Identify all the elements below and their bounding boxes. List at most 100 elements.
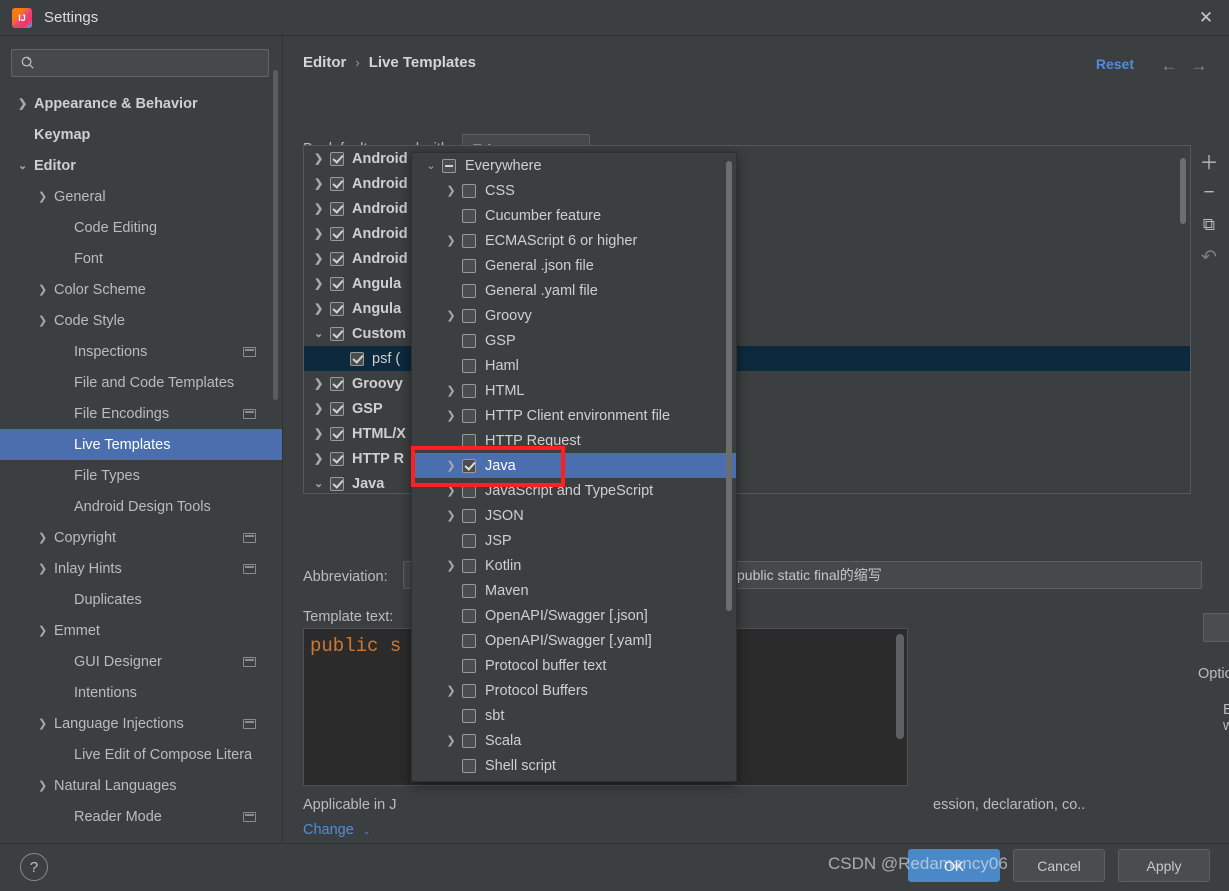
sidebar-scrollbar[interactable] — [273, 70, 278, 400]
chevron-right-icon[interactable]: ❯ — [314, 427, 330, 440]
list-item[interactable]: ❯ ECMAScript 6 or higher — [412, 228, 736, 253]
checkbox-checked-icon[interactable] — [330, 301, 344, 316]
checkbox-icon[interactable] — [462, 183, 476, 198]
sidebar-item-inspections[interactable]: Inspections — [0, 336, 282, 367]
revert-icon[interactable]: ↶ — [1193, 241, 1225, 273]
add-icon[interactable]: ＋ — [1193, 145, 1225, 177]
list-item[interactable]: ❯ JSON — [412, 503, 736, 528]
checkbox-indeterminate-icon[interactable] — [442, 158, 456, 173]
list-item[interactable]: Shell script — [412, 753, 736, 778]
edit-variables-button[interactable]: Edit variables — [1203, 613, 1229, 642]
sidebar-item-copyright[interactable]: ❯ Copyright — [0, 522, 282, 553]
chevron-right-icon[interactable]: ❯ — [440, 484, 462, 497]
sidebar-item-color-scheme[interactable]: ❯ Color Scheme — [0, 274, 282, 305]
checkbox-icon[interactable] — [462, 558, 476, 573]
sidebar-item-natural-languages[interactable]: ❯ Natural Languages — [0, 770, 282, 801]
chevron-right-icon[interactable]: ❯ — [314, 377, 330, 390]
sidebar-item-inlay-hints[interactable]: ❯ Inlay Hints — [0, 553, 282, 584]
sidebar-item-language-injections[interactable]: ❯ Language Injections — [0, 708, 282, 739]
checkbox-icon[interactable] — [462, 658, 476, 673]
remove-icon[interactable]: − — [1193, 177, 1225, 209]
checkbox-checked-icon[interactable] — [330, 176, 344, 191]
chevron-right-icon[interactable]: ❯ — [314, 152, 330, 165]
checkbox-checked-icon[interactable] — [330, 376, 344, 391]
list-item[interactable]: sbt — [412, 703, 736, 728]
sidebar-item-android-design-tools[interactable]: Android Design Tools — [0, 491, 282, 522]
sidebar-item-editor[interactable]: ⌄ Editor — [0, 150, 282, 181]
checkbox-icon[interactable] — [462, 383, 476, 398]
list-item[interactable]: ❯ CSS — [412, 178, 736, 203]
checkbox-icon[interactable] — [462, 758, 476, 773]
chevron-right-icon[interactable]: ❯ — [314, 177, 330, 190]
checkbox-checked-icon[interactable] — [330, 201, 344, 216]
list-item[interactable]: ❯ Java — [412, 453, 736, 478]
sidebar-item-reader-mode[interactable]: Reader Mode — [0, 801, 282, 832]
chevron-right-icon[interactable]: ❯ — [440, 559, 462, 572]
context-chooser-popup[interactable]: ⌄ Everywhere ❯ CSS Cucumber feature ❯ ECMAScri… — [411, 152, 737, 782]
checkbox-icon[interactable] — [462, 483, 476, 498]
sidebar-item-appearance-behavior[interactable]: ❯ Appearance & Behavior — [0, 88, 282, 119]
list-item[interactable]: OpenAPI/Swagger [.json] — [412, 603, 736, 628]
list-item[interactable]: ❯ HTTP Client environment file — [412, 403, 736, 428]
checkbox-checked-icon[interactable] — [330, 226, 344, 241]
chevron-down-icon[interactable]: ⌄ — [314, 477, 330, 490]
checkbox-checked-icon[interactable] — [330, 451, 344, 466]
chevron-right-icon[interactable]: ❯ — [440, 309, 462, 322]
chevron-right-icon[interactable]: ❯ — [314, 277, 330, 290]
list-item[interactable]: ❯ Scala — [412, 728, 736, 753]
checkbox-checked-icon[interactable] — [350, 351, 364, 366]
reset-link[interactable]: Reset — [1096, 56, 1134, 72]
list-item[interactable]: ❯ Protocol Buffers — [412, 678, 736, 703]
chevron-right-icon[interactable]: ❯ — [440, 409, 462, 422]
sidebar-item-code-editing[interactable]: Code Editing — [0, 212, 282, 243]
checkbox-icon[interactable] — [462, 708, 476, 723]
help-button[interactable]: ? — [20, 853, 48, 881]
editor-scrollbar[interactable] — [896, 634, 904, 739]
chevron-right-icon[interactable]: ❯ — [314, 402, 330, 415]
chevron-right-icon[interactable]: ❯ — [38, 717, 52, 730]
checkbox-icon[interactable] — [462, 408, 476, 423]
list-item[interactable]: Protocol buffer text — [412, 653, 736, 678]
list-item[interactable]: ❯ HTML — [412, 378, 736, 403]
checkbox-icon[interactable] — [462, 258, 476, 273]
checkbox-checked-icon[interactable] — [330, 276, 344, 291]
sidebar-item-duplicates[interactable]: Duplicates — [0, 584, 282, 615]
sidebar-item-file-types[interactable]: File Types — [0, 460, 282, 491]
checkbox-icon[interactable] — [462, 283, 476, 298]
checkbox-checked-icon[interactable] — [462, 458, 476, 473]
sidebar-item-live-edit-of-compose-litera[interactable]: Live Edit of Compose Litera — [0, 739, 282, 770]
chevron-right-icon[interactable]: ❯ — [440, 459, 462, 472]
sidebar-item-file-and-code-templates[interactable]: File and Code Templates — [0, 367, 282, 398]
chevron-right-icon[interactable]: ❯ — [38, 283, 52, 296]
chevron-right-icon[interactable]: ❯ — [440, 684, 462, 697]
list-item[interactable]: HTTP Request — [412, 428, 736, 453]
arrow-left-icon[interactable]: ← — [1157, 54, 1181, 78]
list-item[interactable]: Cucumber feature — [412, 203, 736, 228]
checkbox-icon[interactable] — [462, 683, 476, 698]
chevron-right-icon[interactable]: ❯ — [314, 452, 330, 465]
chevron-right-icon[interactable]: ❯ — [440, 234, 462, 247]
sidebar-item-file-encodings[interactable]: File Encodings — [0, 398, 282, 429]
chevron-down-icon[interactable]: ⌄ — [420, 159, 442, 172]
list-item[interactable]: ❯ JavaScript and TypeScript — [412, 478, 736, 503]
breadcrumb-root[interactable]: Editor — [303, 54, 346, 71]
checkbox-icon[interactable] — [462, 433, 476, 448]
checkbox-icon[interactable] — [462, 358, 476, 373]
chevron-right-icon[interactable]: ❯ — [18, 97, 32, 110]
chevron-right-icon[interactable]: ❯ — [38, 190, 52, 203]
arrow-right-icon[interactable]: → — [1187, 54, 1211, 78]
chevron-right-icon[interactable]: ❯ — [440, 184, 462, 197]
list-item[interactable]: General .yaml file — [412, 278, 736, 303]
chevron-right-icon[interactable]: ❯ — [38, 562, 52, 575]
search-input[interactable] — [36, 55, 268, 71]
sidebar-item-emmet[interactable]: ❯ Emmet — [0, 615, 282, 646]
checkbox-checked-icon[interactable] — [330, 251, 344, 266]
checkbox-checked-icon[interactable] — [330, 326, 344, 341]
chevron-right-icon[interactable]: ❯ — [38, 531, 52, 544]
copy-icon[interactable]: ⧉ — [1193, 209, 1225, 241]
list-item[interactable]: Haml — [412, 353, 736, 378]
checkbox-icon[interactable] — [462, 508, 476, 523]
checkbox-checked-icon[interactable] — [330, 426, 344, 441]
sidebar-item-general[interactable]: ❯ General — [0, 181, 282, 212]
chevron-right-icon[interactable]: ❯ — [38, 314, 52, 327]
